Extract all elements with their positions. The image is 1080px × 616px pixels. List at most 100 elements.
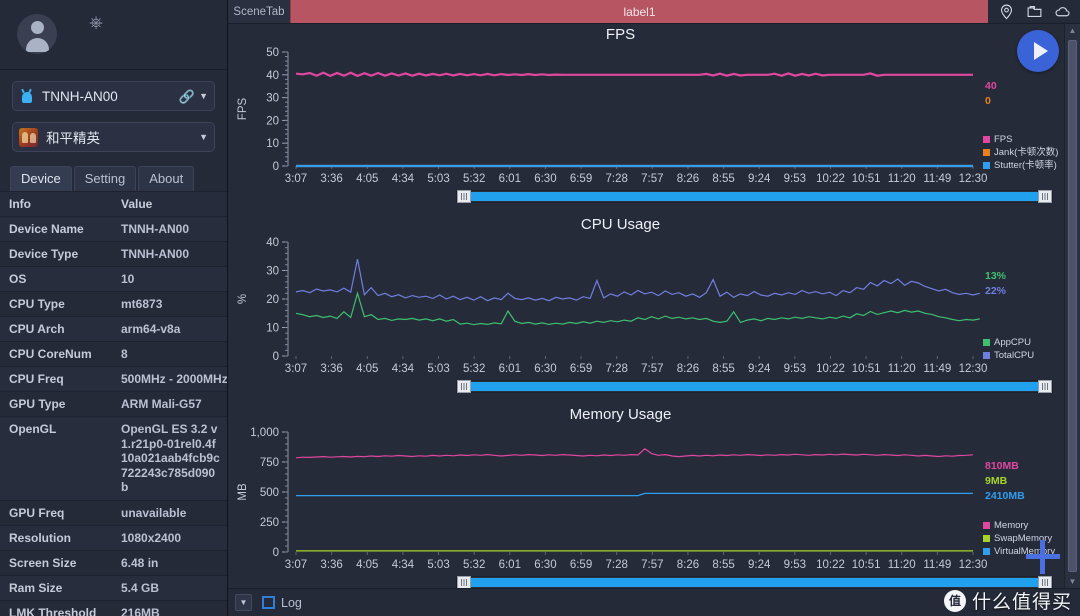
scene-tab[interactable]: SceneTab <box>228 0 290 23</box>
svg-text:4:34: 4:34 <box>392 363 415 375</box>
table-row[interactable]: CPU Type mt6873 <box>0 291 227 317</box>
tab-label1[interactable]: label1 <box>290 0 988 23</box>
tab-device[interactable]: Device <box>10 166 72 191</box>
vertical-scrollbar[interactable]: ▲ ▼ <box>1064 24 1080 588</box>
legend-item[interactable]: TotalCPU <box>983 349 1034 362</box>
column-header-value: Value <box>112 192 227 217</box>
column-header-info: Info <box>0 192 112 217</box>
table-row[interactable]: Device Type TNNH-AN00 <box>0 241 227 267</box>
info-key: Device Name <box>0 216 112 242</box>
svg-text:20: 20 <box>266 115 279 127</box>
chart-legend: FPS Jank(卡顿次数) Stutter(卡顿率) <box>983 133 1058 172</box>
svg-text:6:30: 6:30 <box>534 559 556 571</box>
chart-legend: AppCPU TotalCPU <box>983 336 1034 362</box>
svg-text:9:53: 9:53 <box>784 363 806 375</box>
collapse-button[interactable]: ▼ <box>235 594 252 611</box>
legend-item[interactable]: FPS <box>983 133 1058 146</box>
table-row[interactable]: Ram Size 5.4 GB <box>0 575 227 601</box>
table-row[interactable]: Screen Size 6.48 in <box>0 550 227 576</box>
link-icon[interactable]: 🔗 <box>178 89 195 104</box>
svg-text:0: 0 <box>273 161 279 173</box>
chevron-down-icon[interactable]: ▼ <box>199 132 208 142</box>
play-button[interactable] <box>1017 30 1059 72</box>
legend-item[interactable]: Memory <box>983 519 1055 532</box>
info-value: arm64-v8a <box>112 316 227 342</box>
table-row[interactable]: LMK Threshold 216MB <box>0 600 227 616</box>
svg-text:8:55: 8:55 <box>712 173 734 185</box>
legend-item[interactable]: AppCPU <box>983 336 1034 349</box>
avatar-head-icon <box>30 21 44 34</box>
charts-area[interactable]: FPS 0 10 20 30 40 50 FPS 3:07 3:36 4:05 4:34 5:03 5:3… <box>228 24 1080 588</box>
svg-text:7:57: 7:57 <box>641 173 663 185</box>
svg-text:6:59: 6:59 <box>570 559 592 571</box>
table-row[interactable]: GPU Type ARM Mali-G57 <box>0 391 227 417</box>
current-value: 40 <box>985 80 997 92</box>
range-handle-left[interactable] <box>457 576 471 588</box>
svg-text:500: 500 <box>260 487 279 499</box>
table-row[interactable]: OpenGL OpenGL ES 3.2 v1.r21p0-01rel0.4f10… <box>0 416 227 501</box>
checkbox-box[interactable] <box>262 596 275 609</box>
time-range-slider[interactable] <box>456 380 1053 393</box>
table-row[interactable]: Device Name TNNH-AN00 <box>0 216 227 242</box>
info-value: 500MHz - 2000MHz <box>112 366 227 392</box>
series-line <box>296 492 973 497</box>
svg-text:7:28: 7:28 <box>605 559 627 571</box>
device-info-table: Info Value Device Name TNNH-AN00 Device Ty… <box>0 192 227 616</box>
svg-text:FPS: FPS <box>237 97 249 120</box>
tab-setting[interactable]: Setting <box>73 166 137 191</box>
scroll-up-arrow[interactable]: ▲ <box>1065 24 1080 37</box>
svg-text:50: 50 <box>266 47 279 59</box>
info-value: 216MB <box>112 600 227 616</box>
sidebar-tabs: Device Setting About <box>10 166 227 191</box>
svg-text:30: 30 <box>266 266 279 278</box>
svg-text:8:55: 8:55 <box>712 559 734 571</box>
location-pin-icon[interactable] <box>998 3 1015 20</box>
range-handle-right[interactable] <box>1038 380 1052 393</box>
range-handle-left[interactable] <box>457 190 471 203</box>
svg-text:9:24: 9:24 <box>748 363 771 375</box>
svg-text:6:59: 6:59 <box>570 363 592 375</box>
power-icon[interactable]: ⎈ <box>87 14 105 32</box>
legend-item[interactable]: Jank(卡顿次数) <box>983 146 1058 159</box>
table-row[interactable]: CPU Freq 500MHz - 2000MHz <box>0 366 227 392</box>
svg-text:10: 10 <box>266 138 279 150</box>
table-row[interactable]: GPU Freq unavailable <box>0 500 227 526</box>
time-range-slider[interactable] <box>456 190 1053 203</box>
range-handle-right[interactable] <box>1038 190 1052 203</box>
svg-text:6:01: 6:01 <box>499 559 521 571</box>
legend-label: Stutter(卡顿率) <box>994 160 1057 171</box>
chart-block[interactable]: CPU Usage 0 10 20 30 40% 3:07 3:36 4:05 4:34 5:03 5… <box>228 214 1080 404</box>
range-fill <box>470 382 1039 391</box>
table-row[interactable]: CPU CoreNum 8 <box>0 341 227 367</box>
svg-text:3:07: 3:07 <box>285 363 307 375</box>
avatar[interactable] <box>17 14 57 54</box>
scrollbar-thumb[interactable] <box>1068 40 1077 572</box>
chart-block[interactable]: Memory Usage 0 250 500 750 1,000 MB 3:07 3:36 4:0… <box>228 404 1080 588</box>
range-handle-left[interactable] <box>457 380 471 393</box>
current-value: 810MB <box>985 460 1019 472</box>
time-range-slider[interactable] <box>456 576 1053 588</box>
log-checkbox[interactable]: Log <box>262 596 302 610</box>
series-line <box>295 291 980 326</box>
table-row[interactable]: OS 10 <box>0 266 227 292</box>
tab-about[interactable]: About <box>138 166 195 191</box>
range-handle-right[interactable] <box>1038 576 1052 588</box>
device-info-table-wrap[interactable]: Info Value Device Name TNNH-AN00 Device Ty… <box>0 191 227 616</box>
info-value: unavailable <box>112 500 227 526</box>
scroll-down-arrow[interactable]: ▼ <box>1065 575 1080 588</box>
info-key: GPU Freq <box>0 500 112 526</box>
table-row[interactable]: Resolution 1080x2400 <box>0 525 227 551</box>
svg-text:40: 40 <box>266 70 279 82</box>
chevron-down-icon[interactable]: ▼ <box>199 91 208 101</box>
folder-icon[interactable] <box>1026 3 1043 20</box>
svg-text:30: 30 <box>266 93 279 105</box>
svg-text:MB: MB <box>237 483 249 501</box>
device-select[interactable]: TNNH-AN00 🔗 ▼ <box>12 81 215 111</box>
chart-block[interactable]: FPS 0 10 20 30 40 50 FPS 3:07 3:36 4:05 4:34 5:03 5:3… <box>228 24 1080 214</box>
add-button[interactable] <box>1026 540 1060 574</box>
table-row[interactable]: CPU Arch arm64-v8a <box>0 316 227 342</box>
legend-item[interactable]: Stutter(卡顿率) <box>983 159 1058 172</box>
app-select[interactable]: 和平精英 ▼ <box>12 122 215 152</box>
svg-text:9:24: 9:24 <box>748 173 771 185</box>
cloud-icon[interactable] <box>1054 3 1071 20</box>
